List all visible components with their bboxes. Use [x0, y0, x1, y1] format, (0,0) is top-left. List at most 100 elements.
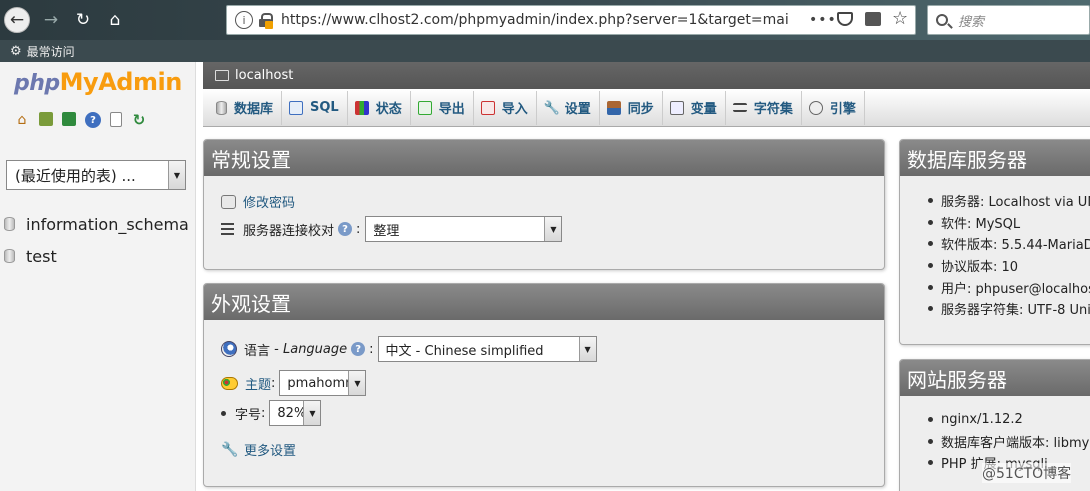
- font-size-select[interactable]: 82% ▼: [269, 400, 322, 426]
- reload-icon: ↻: [75, 10, 91, 30]
- theme-label[interactable]: 主题: [245, 374, 271, 393]
- database-item[interactable]: test: [4, 240, 189, 272]
- info-text: 服务器字符集: UTF-8 Unic: [941, 303, 1090, 319]
- bullet: [928, 460, 933, 466]
- language-separator: -: [270, 341, 283, 357]
- bullet: [928, 284, 933, 290]
- arrow-right-icon: →: [43, 10, 59, 30]
- tab-settings[interactable]: 🔧 设置: [537, 90, 600, 125]
- panel-title: 数据库服务器: [900, 140, 1090, 176]
- reload-button[interactable]: ↻: [70, 7, 96, 33]
- chevron-down-icon[interactable]: ▼: [168, 161, 185, 189]
- bullet: [928, 198, 933, 204]
- list-item: 数据库客户端版本: libmys: [928, 431, 1090, 453]
- phpmyadmin-logo[interactable]: phpMyAdmin: [14, 68, 182, 96]
- bookmark-most-visited[interactable]: ⚙ 最常访问: [10, 43, 75, 60]
- home-icon: ⌂: [109, 10, 121, 30]
- colon: :: [369, 341, 374, 357]
- chevron-down-icon[interactable]: ▼: [348, 371, 366, 395]
- url-bar[interactable]: i https://www.clhost2.com/phpmyadmin/ind…: [226, 5, 916, 35]
- change-password-row: 修改密码: [221, 192, 295, 211]
- change-password-link[interactable]: 修改密码: [243, 192, 295, 211]
- home-button[interactable]: ⌂: [102, 7, 128, 33]
- bullet: [928, 306, 933, 312]
- wrench-icon: 🔧: [221, 441, 239, 458]
- reader-view-icon[interactable]: [865, 12, 881, 26]
- tab-label: 数据库: [234, 102, 274, 117]
- tab-import[interactable]: 导入: [474, 90, 537, 125]
- tab-variables[interactable]: 变量: [663, 90, 726, 125]
- url-text[interactable]: https://www.clhost2.com/phpmyadmin/index…: [281, 12, 821, 28]
- help-icon[interactable]: ?: [338, 222, 353, 236]
- colon: :: [271, 375, 276, 391]
- chevron-down-icon[interactable]: ▼: [303, 401, 321, 425]
- collation-value: 整理: [373, 223, 400, 239]
- theme-select[interactable]: pmahomme ▼: [279, 370, 367, 396]
- tab-label: SQL: [310, 100, 339, 115]
- gear-icon: ⚙: [10, 44, 22, 59]
- bullet: [928, 219, 933, 225]
- bullet: [928, 241, 933, 247]
- tab-charsets[interactable]: 字符集: [726, 90, 802, 125]
- more-settings-row: 🔧 更多设置: [221, 440, 296, 460]
- tab-label: 字符集: [753, 102, 793, 117]
- list-item: 服务器: Localhost via UN: [928, 190, 1090, 212]
- logout-icon[interactable]: [39, 112, 53, 126]
- language-select[interactable]: 中文 - Chinese simplified ▼: [377, 336, 597, 362]
- tab-label: 变量: [690, 102, 717, 117]
- pocket-icon[interactable]: [837, 12, 853, 26]
- list-item: nginx/1.12.2: [928, 409, 1090, 431]
- info-text: 软件: MySQL: [941, 216, 1021, 232]
- page-actions-button[interactable]: •••: [809, 12, 837, 28]
- help-icon[interactable]: ?: [351, 342, 366, 356]
- database-item[interactable]: information_schema: [4, 208, 189, 240]
- tab-label: 引擎: [829, 102, 856, 117]
- list-item: 服务器字符集: UTF-8 Unic: [928, 298, 1090, 320]
- logo-myadmin: MyAdmin: [59, 68, 183, 96]
- back-button[interactable]: ←: [4, 7, 30, 33]
- watermark: @51CTO博客: [982, 463, 1072, 483]
- more-settings-link[interactable]: 更多设置: [244, 440, 296, 459]
- database-name[interactable]: information_schema: [26, 215, 189, 234]
- chevron-down-icon[interactable]: ▼: [544, 217, 562, 241]
- bullet: [928, 438, 933, 444]
- language-row: 语言 - Language ?: 中文 - Chinese simplified…: [221, 336, 597, 362]
- info-icon[interactable]: i: [235, 11, 253, 29]
- chevron-down-icon[interactable]: ▼: [578, 337, 596, 361]
- documentation-icon[interactable]: [110, 112, 122, 127]
- panel-title: 常规设置: [204, 140, 884, 176]
- refresh-icon[interactable]: ↻: [131, 111, 147, 129]
- panel-title: 外观设置: [204, 284, 884, 320]
- password-icon: [221, 194, 236, 209]
- tab-label: 设置: [564, 102, 591, 117]
- collation-select[interactable]: 整理 ▼: [365, 216, 563, 242]
- language-label: 语言: [244, 343, 271, 359]
- search-input[interactable]: 搜索: [927, 5, 1090, 35]
- tab-sync[interactable]: 同步: [600, 90, 663, 125]
- query-window-icon[interactable]: [62, 112, 76, 126]
- wrench-icon: 🔧: [543, 100, 560, 116]
- status-icon: [354, 100, 369, 115]
- database-name[interactable]: test: [26, 247, 57, 266]
- help-icon[interactable]: ?: [85, 112, 101, 128]
- tab-sql[interactable]: SQL: [282, 90, 348, 125]
- info-text: 服务器: Localhost via UN: [941, 195, 1090, 211]
- bookmark-star-icon[interactable]: ☆: [892, 8, 908, 29]
- home-icon[interactable]: ⌂: [14, 112, 30, 128]
- tab-status[interactable]: 状态: [348, 90, 411, 125]
- server-breadcrumb: localhost: [203, 62, 1090, 89]
- tab-export[interactable]: 导出: [411, 90, 474, 125]
- info-text: 协议版本: 10: [941, 260, 1019, 276]
- forward-button[interactable]: →: [38, 7, 64, 33]
- language-label-en: Language: [282, 341, 348, 357]
- server-icon: [215, 70, 229, 81]
- server-name[interactable]: localhost: [235, 68, 293, 83]
- tab-databases[interactable]: 数据库: [209, 90, 283, 125]
- recent-tables-select[interactable]: (最近使用的表) ... ▼: [6, 160, 186, 190]
- bookmark-label: 最常访问: [26, 45, 75, 59]
- database-icon: [4, 249, 15, 263]
- info-text: 用户: phpuser@localhost: [941, 281, 1090, 297]
- general-settings-panel: 常规设置 修改密码 服务器连接校对 ?: 整理 ▼: [203, 139, 885, 270]
- bullet: [221, 410, 226, 416]
- tab-engines[interactable]: 引擎: [802, 90, 865, 125]
